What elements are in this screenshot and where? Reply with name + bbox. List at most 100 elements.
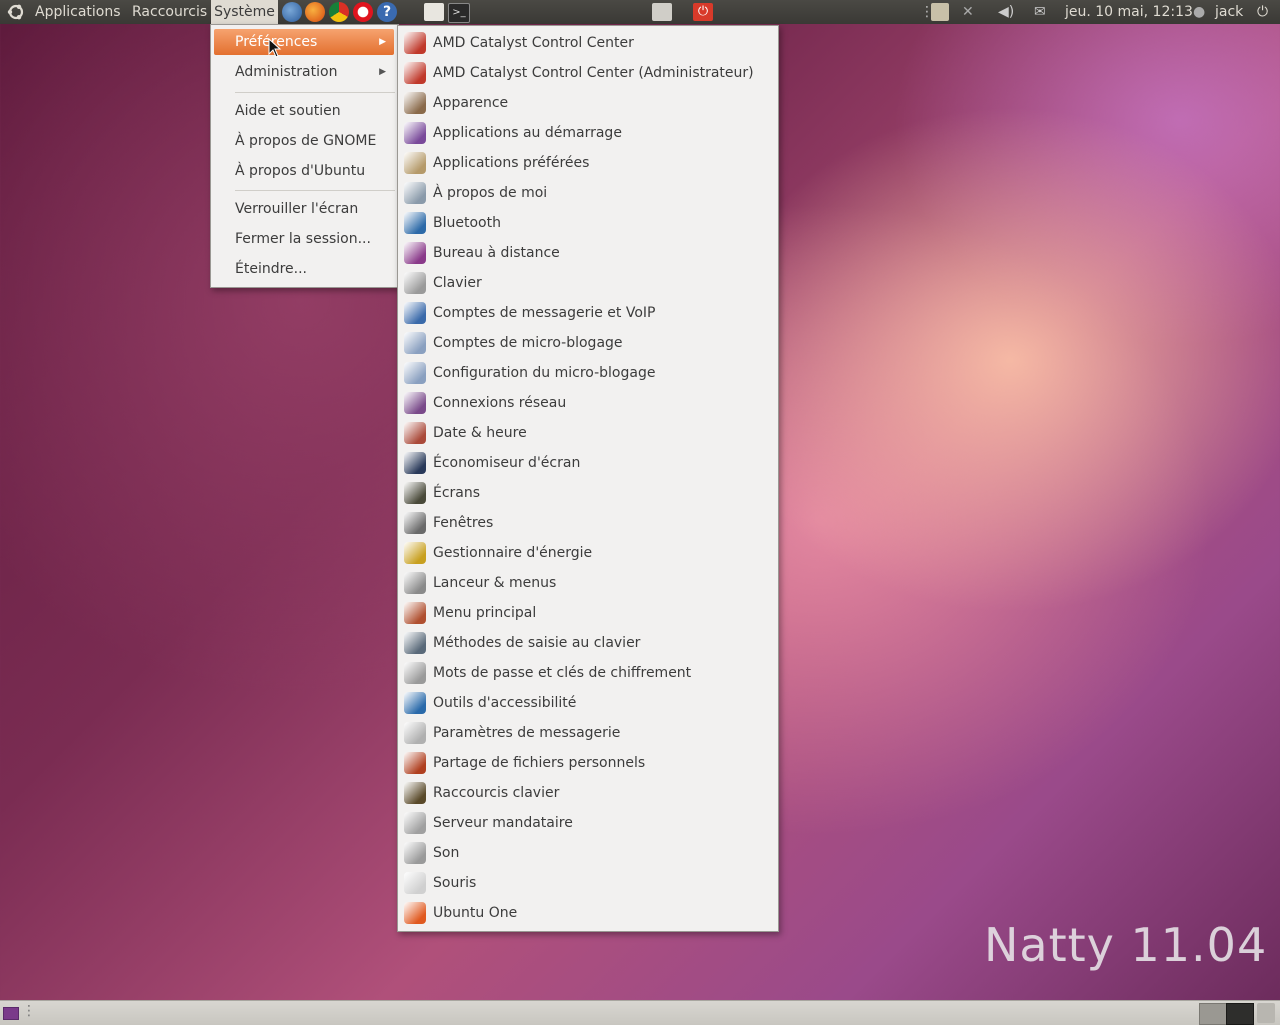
menu-item-administration[interactable]: Administration ▶	[214, 59, 394, 85]
desktop-watermark: Natty 11.04	[984, 918, 1268, 972]
pref-item[interactable]: Connexions réseau	[398, 388, 778, 418]
pref-item[interactable]: Son	[398, 838, 778, 868]
show-desktop-icon[interactable]	[3, 1007, 19, 1020]
text-editor-icon[interactable]	[424, 3, 444, 21]
pref-item[interactable]: Économiseur d'écran	[398, 448, 778, 478]
date-time-icon	[404, 422, 426, 444]
pref-item[interactable]: Mots de passe et clés de chiffrement	[398, 658, 778, 688]
workspace-1[interactable]	[1199, 1003, 1227, 1025]
applications-menu[interactable]: Applications	[35, 0, 121, 24]
pref-item[interactable]: Gestionnaire d'énergie	[398, 538, 778, 568]
bluetooth-icon	[404, 212, 426, 234]
network-connections-icon	[404, 392, 426, 414]
terminal-icon[interactable]: >_	[448, 3, 470, 23]
menu-item-lock-screen[interactable]: Verrouiller l'écran	[235, 196, 358, 222]
sound-icon	[404, 842, 426, 864]
shutdown-app-icon[interactable]: ⏻	[693, 3, 713, 21]
pref-item[interactable]: AMD Catalyst Control Center (Administrat…	[398, 58, 778, 88]
menu-item-logout[interactable]: Fermer la session...	[235, 226, 371, 252]
pref-item[interactable]: À propos de moi	[398, 178, 778, 208]
pref-item[interactable]: AMD Catalyst Control Center	[398, 28, 778, 58]
pref-item[interactable]: Lanceur & menus	[398, 568, 778, 598]
help-icon[interactable]: ?	[377, 2, 397, 22]
menu-item-about-gnome[interactable]: À propos de GNOME	[235, 128, 376, 154]
proxy-icon	[404, 812, 426, 834]
firefox-icon[interactable]	[305, 2, 325, 22]
user-name[interactable]: jack	[1215, 0, 1243, 24]
chat-icon[interactable]: ●	[1193, 0, 1205, 24]
preferred-apps-icon	[404, 152, 426, 174]
windows-icon	[404, 512, 426, 534]
pref-item-label: Clavier	[433, 275, 482, 291]
pref-item[interactable]: Menu principal	[398, 598, 778, 628]
menu-item-preferences[interactable]: Préférences ▶	[214, 29, 394, 55]
amd-catalyst-icon	[404, 32, 426, 54]
power-icon[interactable]: ⏻	[1257, 0, 1268, 24]
pref-item-label: Serveur mandataire	[433, 815, 573, 831]
menu-item-shutdown[interactable]: Éteindre...	[235, 256, 307, 282]
pref-item[interactable]: Comptes de micro-blogage	[398, 328, 778, 358]
chrome-icon[interactable]	[329, 2, 349, 22]
menu-item-label: Préférences	[235, 34, 318, 50]
pref-item-label: Mots de passe et clés de chiffrement	[433, 665, 692, 681]
clipboard-icon[interactable]	[931, 3, 949, 21]
amd-catalyst-admin-icon	[404, 62, 426, 84]
main-menu-icon	[404, 602, 426, 624]
pref-item[interactable]: Outils d'accessibilité	[398, 688, 778, 718]
pref-item[interactable]: Écrans	[398, 478, 778, 508]
launcher-menus-icon	[404, 572, 426, 594]
pref-item-label: Applications préférées	[433, 155, 590, 171]
pref-item[interactable]: Fenêtres	[398, 508, 778, 538]
preferences-submenu: AMD Catalyst Control Center AMD Catalyst …	[397, 25, 779, 932]
about-me-icon	[404, 182, 426, 204]
microblog-accounts-icon	[404, 332, 426, 354]
submenu-arrow-icon: ▶	[379, 37, 386, 47]
messaging-accounts-icon	[404, 302, 426, 324]
workspace-2[interactable]	[1226, 1003, 1254, 1025]
mail-icon[interactable]: ✉	[1034, 0, 1046, 24]
mouse-icon	[404, 872, 426, 894]
keyboard-shortcuts-icon	[404, 782, 426, 804]
help-globe-icon[interactable]	[282, 2, 302, 22]
pref-item[interactable]: Ubuntu One	[398, 898, 778, 928]
pref-item[interactable]: Serveur mandataire	[398, 808, 778, 838]
pref-item-label: Lanceur & menus	[433, 575, 557, 591]
mouse-cursor-icon	[268, 38, 282, 58]
pref-item-label: Économiseur d'écran	[433, 455, 581, 471]
pref-item-label: Gestionnaire d'énergie	[433, 545, 593, 561]
pref-item-label: Bureau à distance	[433, 245, 560, 261]
submenu-arrow-icon: ▶	[379, 67, 386, 77]
pref-item[interactable]: Partage de fichiers personnels	[398, 748, 778, 778]
pref-item[interactable]: Bureau à distance	[398, 238, 778, 268]
menu-item-help[interactable]: Aide et soutien	[235, 98, 341, 124]
pref-item[interactable]: Méthodes de saisie au clavier	[398, 628, 778, 658]
pref-item[interactable]: Raccourcis clavier	[398, 778, 778, 808]
screenshot-icon[interactable]	[652, 3, 672, 21]
raccourcis-menu[interactable]: Raccourcis	[132, 0, 207, 24]
pref-item[interactable]: Comptes de messagerie et VoIP	[398, 298, 778, 328]
menu-item-about-ubuntu[interactable]: À propos d'Ubuntu	[235, 158, 365, 184]
pref-item[interactable]: Clavier	[398, 268, 778, 298]
remote-desktop-icon	[404, 242, 426, 264]
pref-item[interactable]: Date & heure	[398, 418, 778, 448]
volume-icon[interactable]: ◀)	[998, 0, 1014, 24]
pref-item-label: Bluetooth	[433, 215, 501, 231]
passwords-keys-icon	[404, 662, 426, 684]
systeme-menu[interactable]: Système	[211, 0, 278, 24]
keyboard-icon	[404, 272, 426, 294]
pref-item[interactable]: Paramètres de messagerie	[398, 718, 778, 748]
network-icon[interactable]: ✕	[962, 0, 974, 24]
pref-item-label: AMD Catalyst Control Center (Administrat…	[433, 65, 754, 81]
pref-item[interactable]: Bluetooth	[398, 208, 778, 238]
pref-item-label: Menu principal	[433, 605, 537, 621]
opera-icon[interactable]	[353, 2, 373, 22]
clock[interactable]: jeu. 10 mai, 12:13	[1065, 0, 1193, 24]
pref-item[interactable]: Souris	[398, 868, 778, 898]
pref-item[interactable]: Apparence	[398, 88, 778, 118]
pref-item[interactable]: Configuration du micro-blogage	[398, 358, 778, 388]
pref-item-label: Apparence	[433, 95, 509, 111]
trash-icon[interactable]	[1257, 1003, 1275, 1023]
ubuntu-logo-icon[interactable]	[6, 0, 26, 24]
pref-item[interactable]: Applications préférées	[398, 148, 778, 178]
pref-item[interactable]: Applications au démarrage	[398, 118, 778, 148]
